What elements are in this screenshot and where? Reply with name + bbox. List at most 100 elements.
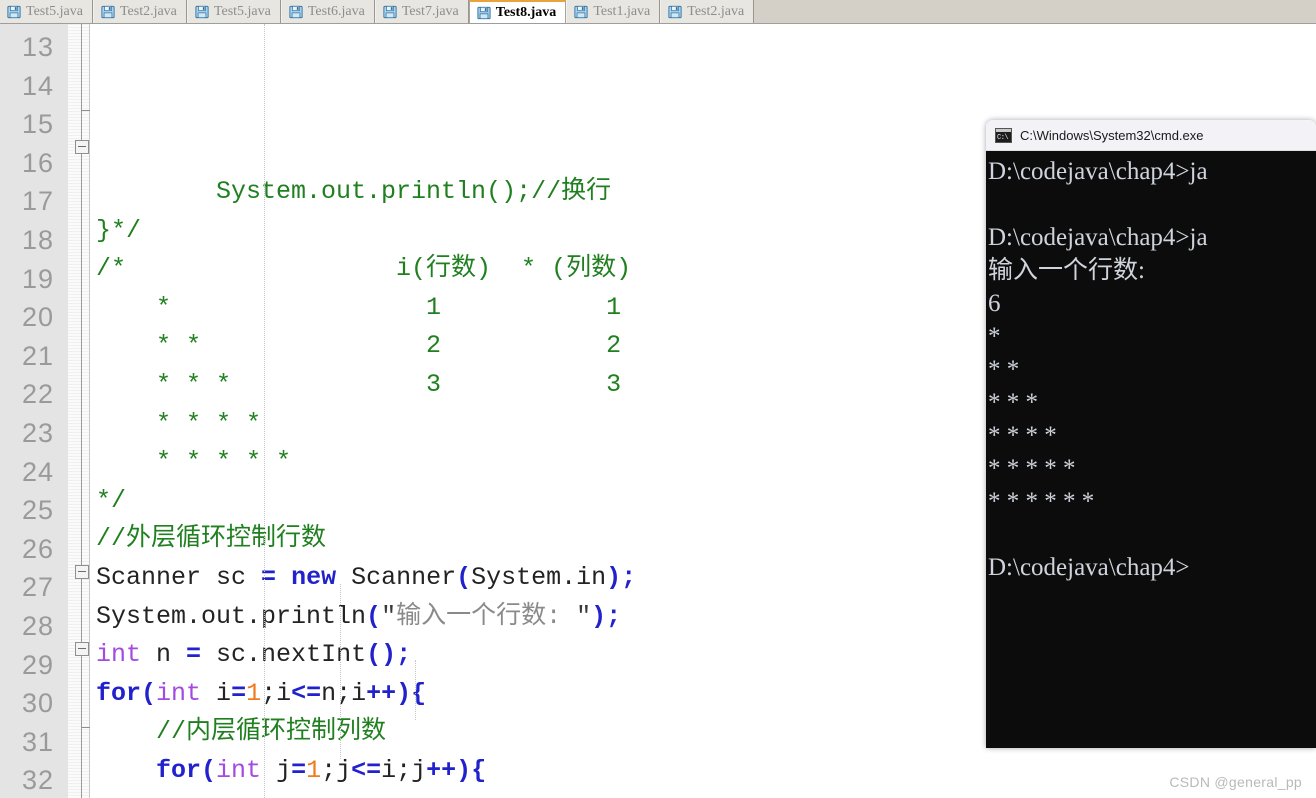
save-file-icon — [289, 5, 303, 18]
console-line: * * — [988, 356, 1020, 383]
code-token-type: int — [96, 640, 142, 670]
code-token-qt: " — [471, 795, 486, 798]
save-file-icon — [668, 5, 682, 18]
cmd-title-bar[interactable]: C:\ C:\Windows\System32\cmd.exe — [986, 120, 1316, 151]
line-number: 24 — [21, 456, 54, 487]
code-token-punc: ++ — [426, 755, 457, 785]
console-line: * — [988, 323, 1001, 350]
fold-end-marker — [81, 727, 90, 729]
editor-tab-bar: Test5.java Test2.java Test5.java Test6.java… — [0, 0, 1316, 24]
console-line: * * * — [988, 389, 1038, 416]
line-number: 22 — [21, 379, 54, 410]
editor-tab-test6-java[interactable]: Test6.java — [280, 0, 375, 23]
code-token-plain: System.in — [471, 562, 607, 592]
code-token-punc: ) — [456, 755, 472, 785]
line-number: 27 — [21, 572, 54, 603]
editor-tab-label: Test5.java — [26, 3, 83, 19]
cmd-output-area[interactable]: D:\codejava\chap4>ja D:\codejava\chap4>ja… — [986, 151, 1316, 748]
code-token-cmt: //内层循环控制列数 — [96, 717, 387, 747]
line-number: 30 — [21, 688, 54, 719]
code-token-cmt: * * 2 2 — [96, 331, 622, 361]
save-file-icon — [574, 5, 588, 18]
code-token-str: * — [486, 795, 516, 798]
line-number: 15 — [21, 109, 54, 140]
editor-tab-label: Test8.java — [495, 4, 557, 20]
code-token-punc: ++ — [366, 678, 397, 708]
fold-end-marker — [81, 109, 90, 111]
line-number: 19 — [21, 263, 54, 294]
code-token-plain: Scanner — [336, 562, 457, 592]
code-token-plain: System.out.print — [96, 795, 456, 798]
code-token-str: 输入一个行数: — [396, 601, 577, 631]
code-line[interactable]: for(int j=1;j<=i;j++){ — [92, 752, 1316, 791]
code-token-punc: ; — [396, 640, 412, 670]
code-token-punc: ( — [456, 562, 472, 592]
editor-tab-test7-java[interactable]: Test7.java — [374, 0, 469, 23]
code-token-punc: ) — [396, 678, 412, 708]
code-token-plain: j — [261, 755, 292, 785]
save-file-icon — [7, 5, 21, 18]
code-line[interactable]: System.out.print("* "); — [92, 791, 1316, 798]
watermark: CSDN @general_pp — [1169, 774, 1302, 790]
code-token-punc: ( — [141, 678, 157, 708]
console-line: D:\codejava\chap4>ja — [988, 158, 1208, 185]
code-token-plain: ;i — [261, 678, 292, 708]
editor-tab-test2-java[interactable]: Test2.java — [92, 0, 187, 23]
code-token-cmt: //外层循环控制行数 — [96, 524, 327, 554]
editor-tab-test5-java[interactable]: Test5.java — [186, 0, 281, 23]
code-token-punc: ; — [621, 562, 637, 592]
code-token-cmt: */ — [96, 485, 127, 515]
code-token-plain: ;j — [321, 755, 352, 785]
editor-tab-test2-java[interactable]: Test2.java — [660, 0, 755, 23]
console-line: * * * * * — [988, 455, 1076, 482]
code-token-punc: ; — [546, 795, 561, 798]
save-file-icon — [101, 5, 115, 18]
editor-tab-test1-java[interactable]: Test1.java — [566, 0, 661, 23]
code-token-plain: n — [141, 640, 187, 670]
cmd-icon-text: C:\ — [997, 133, 1009, 142]
line-number: 28 — [21, 610, 54, 641]
fold-collapse-marker[interactable] — [75, 140, 89, 155]
code-token-qt: " — [381, 601, 397, 631]
save-file-icon — [383, 5, 397, 18]
code-token-punc: <= — [291, 678, 322, 708]
console-line: 6 — [988, 290, 1001, 317]
line-number: 18 — [21, 224, 54, 255]
code-token-cmt: * * * * * — [96, 447, 292, 477]
editor-tab-test5-java[interactable]: Test5.java — [0, 0, 93, 23]
code-token-punc: ( — [201, 755, 217, 785]
indent-guide — [340, 584, 341, 759]
line-number: 17 — [21, 186, 54, 217]
command-prompt-window[interactable]: C:\ C:\Windows\System32\cmd.exe D:\codej… — [986, 120, 1316, 748]
code-token-cmt: * * * * — [96, 408, 262, 438]
fold-collapse-marker[interactable] — [75, 642, 89, 656]
line-number: 13 — [21, 32, 54, 62]
code-token-punc: ) — [591, 601, 607, 631]
editor-tab-label: Test2.java — [119, 3, 177, 19]
fold-collapse-marker[interactable] — [75, 564, 89, 579]
code-token-punc: ; — [606, 601, 622, 631]
line-number-column: 13 14 15 16 17 18 19 20 21 22 23 24 25 26 27 28 29 30 31 32 — [0, 24, 68, 798]
line-number: 14 — [21, 70, 54, 101]
code-token-qt: " — [516, 795, 531, 798]
gutter-edge-border — [89, 24, 90, 798]
code-token-plain: n;i — [321, 678, 367, 708]
indent-guide — [264, 24, 265, 798]
save-file-icon — [195, 5, 209, 18]
line-number: 31 — [21, 726, 54, 757]
code-token-kw: for — [156, 755, 202, 785]
editor-tab-test8-java[interactable]: Test8.java — [468, 0, 567, 23]
editor-tab-label: Test7.java — [401, 3, 459, 19]
code-token-kw: for — [96, 678, 142, 708]
code-token-punc: = — [291, 755, 307, 785]
code-token-cmt: System.out.println();//换行 — [96, 177, 612, 206]
line-number: 29 — [21, 649, 54, 680]
editor-tab-label: Test5.java — [213, 3, 271, 19]
line-number: 21 — [21, 340, 54, 371]
code-token-punc: () — [366, 640, 397, 670]
code-token-punc: { — [411, 678, 427, 708]
